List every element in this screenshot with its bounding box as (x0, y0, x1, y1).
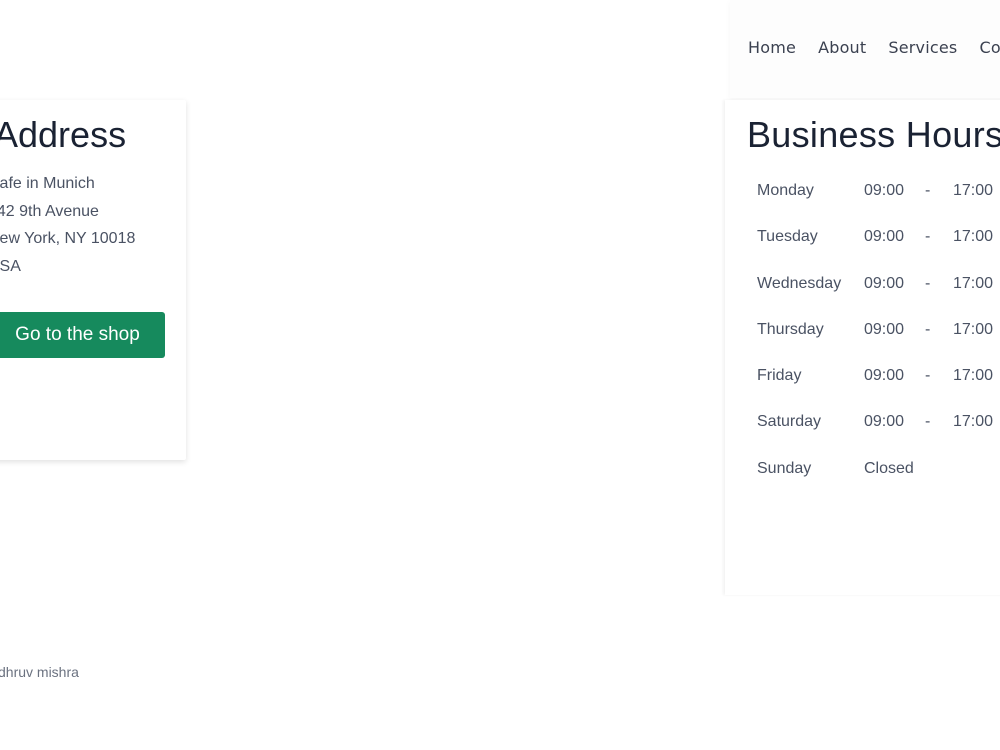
day-label: Thursday (757, 320, 824, 338)
top-navigation: Home About Services Contact (730, 0, 1000, 98)
day-label: Friday (757, 367, 802, 385)
day-label: Monday (757, 182, 814, 199)
close-time: 17:00 (953, 274, 994, 292)
business-hours-title: Business Hours (747, 114, 1000, 155)
day-label: Saturday (757, 413, 822, 431)
address-block: Cafe in Munich 542 9th Avenue New York, … (0, 170, 135, 280)
time-separator: - (925, 274, 931, 292)
close-time: 17:00 (953, 228, 994, 246)
nav-menu: Home About Services Contact (748, 38, 1000, 58)
open-time: 09:00 (864, 367, 905, 385)
nav-link-about[interactable]: About (818, 38, 866, 57)
open-time: 09:00 (864, 413, 905, 431)
day-label: Wednesday (757, 274, 842, 292)
address-line: 542 9th Avenue (0, 202, 99, 220)
day-label: Tuesday (757, 228, 818, 246)
open-time: 09:00 (864, 228, 905, 246)
time-separator: - (925, 413, 931, 431)
open-time: 09:00 (864, 320, 905, 338)
time-separator: - (925, 367, 931, 385)
close-time: 17:00 (953, 320, 994, 338)
nav-link-contact[interactable]: Contact (979, 38, 1000, 57)
time-separator: - (925, 228, 931, 246)
close-time: 17:00 (953, 413, 994, 431)
business-hours-panel: Business Hours Monday 09:00 - 17:00 Tues… (725, 100, 1000, 595)
go-to-shop-button[interactable]: Go to the shop (0, 312, 165, 358)
open-time: 09:00 (864, 182, 905, 199)
nav-link-services[interactable]: Services (888, 38, 957, 57)
time-separator: - (925, 320, 931, 338)
address-line: Cafe in Munich (0, 175, 95, 192)
footer-credit: dhruv mishra (0, 664, 79, 680)
address-title: Address (0, 114, 127, 155)
close-time: 17:00 (953, 367, 994, 385)
nav-link-home[interactable]: Home (748, 38, 796, 57)
address-line: USA (0, 257, 21, 275)
open-time: 09:00 (864, 274, 905, 292)
address-line: New York, NY 10018 (0, 230, 136, 247)
open-time: Closed (864, 459, 914, 477)
time-separator: - (925, 182, 931, 199)
close-time: 17:00 (953, 182, 994, 199)
day-label: Sunday (757, 459, 812, 477)
